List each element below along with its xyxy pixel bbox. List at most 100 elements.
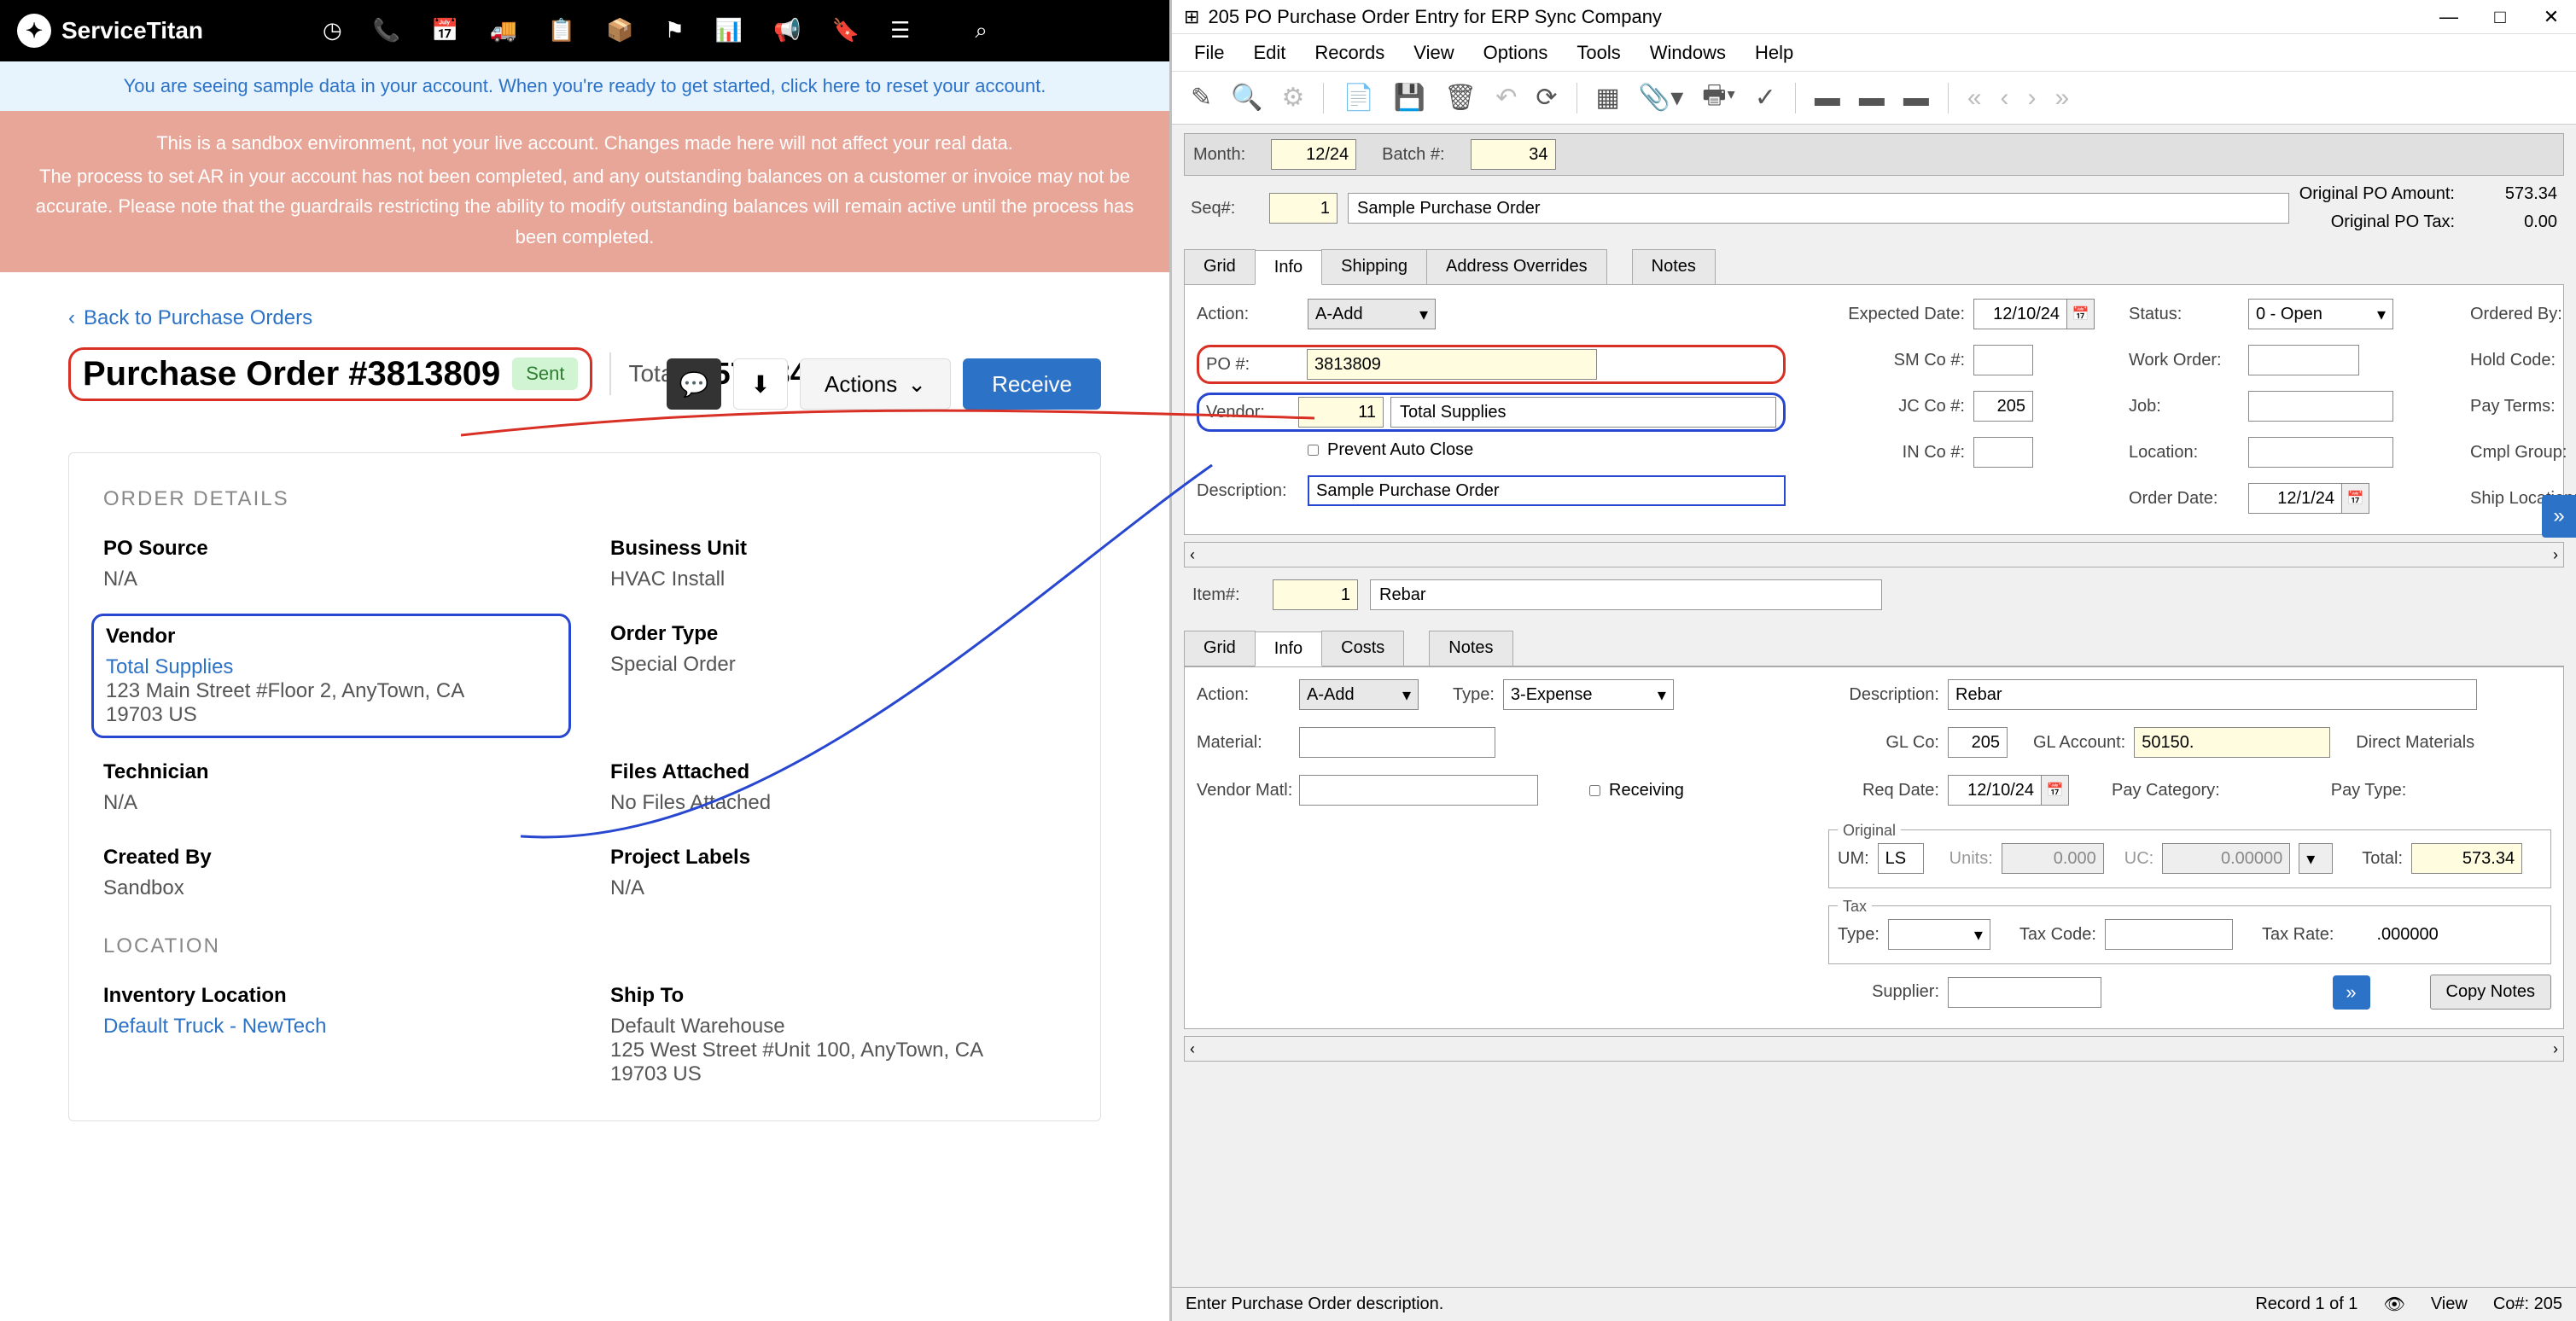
line-tab-grid[interactable]: Grid xyxy=(1184,631,1256,666)
truck-icon[interactable]: 🚚 xyxy=(489,17,516,44)
first-icon[interactable]: « xyxy=(1967,84,1982,113)
hscroll-line[interactable]: ‹› xyxy=(1184,1036,2564,1062)
line-type-combo[interactable]: 3-Expense▾ xyxy=(1503,679,1674,710)
bug-icon[interactable]: ⚙ xyxy=(1282,83,1305,113)
hscroll-header[interactable]: ‹› xyxy=(1184,542,2564,567)
um-input[interactable] xyxy=(1878,843,1924,874)
tax-type-combo[interactable]: ▾ xyxy=(1888,919,1990,950)
receive-button[interactable]: Receive xyxy=(963,358,1101,410)
megaphone-icon[interactable]: 📢 xyxy=(773,17,801,44)
menu-file[interactable]: File xyxy=(1194,42,1224,64)
clipboard-icon[interactable]: 📋 xyxy=(548,17,575,44)
grid-icon[interactable]: ▦ xyxy=(1596,83,1620,113)
attachment-icon[interactable]: 📎▾ xyxy=(1639,83,1683,113)
tax-code-input[interactable] xyxy=(2105,919,2233,950)
wo-input[interactable] xyxy=(2248,345,2359,375)
expected-date-input[interactable] xyxy=(1973,299,2067,329)
tab-address[interactable]: Address Overrides xyxy=(1426,249,1607,284)
chart-icon[interactable]: 📊 xyxy=(715,17,743,44)
status-combo[interactable]: 0 - Open▾ xyxy=(2248,299,2393,329)
total-input[interactable] xyxy=(2411,843,2522,874)
line-desc-input[interactable] xyxy=(1948,679,2477,710)
glco-input[interactable] xyxy=(1948,727,2008,758)
order-date-input[interactable] xyxy=(2248,483,2342,514)
eye-icon[interactable]: 👁 xyxy=(2383,1294,2404,1315)
req-date-input[interactable] xyxy=(1948,775,2042,806)
box-icon[interactable]: 📦 xyxy=(606,17,633,44)
smco-input[interactable] xyxy=(1973,345,2033,375)
menu-windows[interactable]: Windows xyxy=(1650,42,1726,64)
sample-data-banner[interactable]: You are seeing sample data in your accou… xyxy=(0,61,1169,111)
copy-notes-button[interactable]: Copy Notes xyxy=(2430,975,2552,1010)
print-icon[interactable]: 🖶▾ xyxy=(1702,76,1735,119)
download-button[interactable]: ⬇ xyxy=(733,358,788,410)
action-combo[interactable]: A-Add▾ xyxy=(1308,299,1436,329)
spellcheck-icon[interactable]: ✓ xyxy=(1755,83,1776,113)
chat-button[interactable]: 💬 xyxy=(667,358,721,410)
menu-edit[interactable]: Edit xyxy=(1253,42,1285,64)
menu-options[interactable]: Options xyxy=(1483,42,1548,64)
po-num-input[interactable] xyxy=(1307,349,1597,380)
window1-icon[interactable]: ▬ xyxy=(1815,84,1840,113)
back-link[interactable]: ‹ Back to Purchase Orders xyxy=(68,306,1101,330)
close-button[interactable]: ✕ xyxy=(2538,6,2564,28)
flag-icon[interactable]: ⚑ xyxy=(665,17,685,44)
last-icon[interactable]: » xyxy=(2055,84,2070,113)
bookmark-icon[interactable]: 🔖 xyxy=(832,17,860,44)
line-tab-costs[interactable]: Costs xyxy=(1321,631,1404,666)
inventory-location-link[interactable]: Default Truck - NewTech xyxy=(103,1015,559,1039)
menu-view[interactable]: View xyxy=(1413,42,1454,64)
seq-input[interactable] xyxy=(1269,193,1338,224)
uc-combo[interactable]: ▾ xyxy=(2299,843,2333,874)
calendar-icon[interactable]: 📅 xyxy=(2342,483,2369,514)
month-input[interactable] xyxy=(1271,139,1356,170)
binoculars-icon[interactable]: 🔍 xyxy=(1231,83,1262,113)
material-input[interactable] xyxy=(1299,727,1495,758)
edit-icon[interactable]: ✎ xyxy=(1191,83,1212,113)
minimize-button[interactable]: — xyxy=(2436,6,2462,28)
tab-notes[interactable]: Notes xyxy=(1632,249,1716,284)
next-arrow-button[interactable]: » xyxy=(2333,975,2370,1010)
jcco-input[interactable] xyxy=(1973,391,2033,422)
calendar-icon[interactable]: 📅 xyxy=(2067,299,2095,329)
undo-icon[interactable]: ↶ xyxy=(1495,83,1517,113)
calendar-icon[interactable]: 📅 xyxy=(2042,775,2069,806)
line-tab-notes[interactable]: Notes xyxy=(1429,631,1512,666)
vendor-link[interactable]: Total Supplies xyxy=(106,655,557,679)
vendor-num-input[interactable] xyxy=(1298,397,1384,428)
prevent-checkbox-input[interactable] xyxy=(1308,445,1319,456)
save-icon[interactable]: 💾 xyxy=(1394,83,1425,113)
new-icon[interactable]: 📄 xyxy=(1343,83,1374,113)
search-icon[interactable]: ⌕ xyxy=(975,17,988,44)
glacct-input[interactable] xyxy=(2134,727,2330,758)
item-input[interactable] xyxy=(1273,579,1358,610)
delete-icon[interactable]: 🗑 xyxy=(1444,83,1477,113)
menu-icon[interactable]: ☰ xyxy=(890,17,910,44)
actions-dropdown[interactable]: Actions ⌄ xyxy=(800,358,951,410)
window2-icon[interactable]: ▬ xyxy=(1859,84,1885,113)
window3-icon[interactable]: ▬ xyxy=(1903,84,1929,113)
line-tab-info[interactable]: Info xyxy=(1255,631,1322,666)
refresh-icon[interactable]: ⟳ xyxy=(1536,83,1557,113)
tab-info[interactable]: Info xyxy=(1255,250,1322,285)
supplier-input[interactable] xyxy=(1948,977,2101,1008)
receiving-input[interactable] xyxy=(1589,785,1600,796)
tab-grid[interactable]: Grid xyxy=(1184,249,1256,284)
side-arrow-button[interactable]: » xyxy=(2542,495,2576,538)
vendor-matl-input[interactable] xyxy=(1299,775,1538,806)
maximize-button[interactable]: □ xyxy=(2487,6,2513,28)
job-input[interactable] xyxy=(2248,391,2393,422)
line-action-combo[interactable]: A-Add▾ xyxy=(1299,679,1419,710)
dashboard-icon[interactable]: ◷ xyxy=(323,17,342,44)
menu-help[interactable]: Help xyxy=(1755,42,1793,64)
menu-records[interactable]: Records xyxy=(1314,42,1384,64)
next-icon[interactable]: › xyxy=(2028,84,2037,113)
prev-icon[interactable]: ‹ xyxy=(2001,84,2009,113)
tab-shipping[interactable]: Shipping xyxy=(1321,249,1427,284)
menu-tools[interactable]: Tools xyxy=(1576,42,1620,64)
location-input[interactable] xyxy=(2248,437,2393,468)
receiving-checkbox[interactable]: Receiving xyxy=(1589,781,1684,800)
batch-input[interactable] xyxy=(1471,139,1556,170)
desc-input[interactable] xyxy=(1308,475,1786,506)
phone-icon[interactable]: 📞 xyxy=(373,17,400,44)
